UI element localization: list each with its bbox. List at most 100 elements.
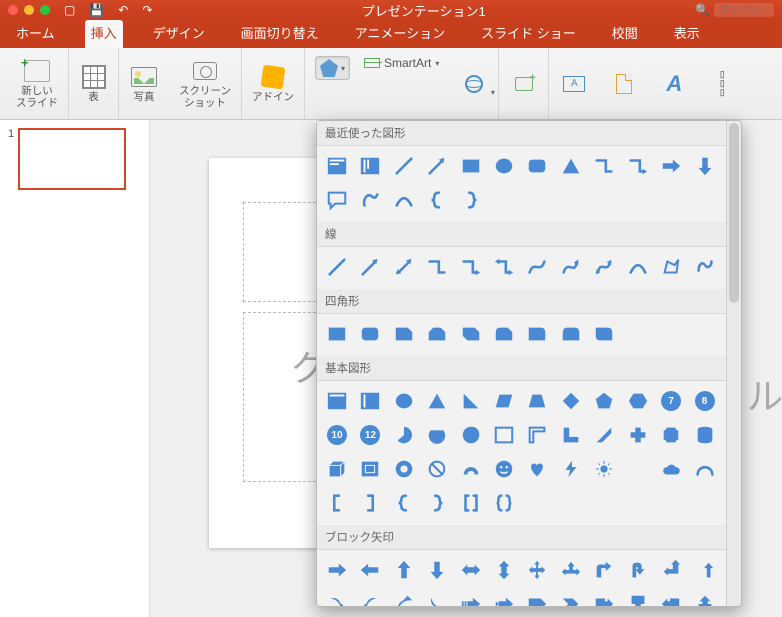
qat-save-icon[interactable]: 💾 [89, 3, 104, 17]
qat-undo-icon[interactable]: ↶ [118, 3, 128, 17]
line-curved-arrow[interactable] [557, 253, 585, 281]
basic-arc[interactable] [691, 455, 719, 483]
basic-triangle[interactable] [423, 387, 451, 415]
arrow-bent-up[interactable] [691, 556, 719, 584]
basic-diamond[interactable] [557, 387, 585, 415]
tab-transitions[interactable]: 画面切り替え [235, 20, 325, 48]
basic-plaque[interactable] [657, 421, 685, 449]
arrow-striped[interactable] [457, 590, 485, 606]
minimize-window[interactable] [24, 5, 34, 15]
line-elbow[interactable] [423, 253, 451, 281]
gallery-scrollbar[interactable] [726, 121, 741, 606]
arrow-curved-left[interactable] [356, 590, 384, 606]
basic-brace-l[interactable] [390, 489, 418, 517]
rect-snip2-same[interactable] [423, 320, 451, 348]
tab-view[interactable]: 表示 [668, 20, 706, 48]
shape-connector-elbow-arrow[interactable] [624, 152, 652, 180]
shape-textbox-vertical[interactable] [356, 152, 384, 180]
basic-textbox-v[interactable] [356, 387, 384, 415]
basic-decagon[interactable]: 10 [323, 421, 351, 449]
search-input[interactable] [714, 3, 774, 17]
tab-home[interactable]: ホーム [10, 20, 61, 48]
photo-button[interactable]: 写真 [119, 48, 169, 119]
arrow-curved-up[interactable] [390, 590, 418, 606]
tab-insert[interactable]: 挿入 [85, 20, 123, 48]
shape-curve[interactable] [390, 186, 418, 214]
line-scribble[interactable] [691, 253, 719, 281]
arrow-right[interactable] [323, 556, 351, 584]
basic-lightning[interactable] [557, 455, 585, 483]
more-group[interactable]: ▯▯▯ [699, 48, 745, 119]
basic-hexagon[interactable] [624, 387, 652, 415]
line-double-arrow[interactable] [390, 253, 418, 281]
shape-triangle[interactable] [557, 152, 585, 180]
rect-rounded[interactable] [356, 320, 384, 348]
basic-frame[interactable] [490, 421, 518, 449]
textbox-button[interactable] [549, 48, 599, 119]
tab-design[interactable]: デザイン [147, 20, 211, 48]
basic-cube[interactable] [323, 455, 351, 483]
window-controls[interactable] [8, 5, 50, 15]
arrow-chevron[interactable] [557, 590, 585, 606]
basic-bevel[interactable] [356, 455, 384, 483]
new-slide-button[interactable]: 新しい スライド [6, 48, 69, 119]
arrow-curved-down[interactable] [423, 590, 451, 606]
basic-smiley[interactable] [490, 455, 518, 483]
rect-plain[interactable] [323, 320, 351, 348]
line-plain[interactable] [323, 253, 351, 281]
arrow-right-callout[interactable] [590, 590, 618, 606]
shape-rectangle[interactable] [457, 152, 485, 180]
basic-no-symbol[interactable] [423, 455, 451, 483]
line-elbow-arrow[interactable] [457, 253, 485, 281]
slide-thumbnail-1[interactable] [18, 128, 126, 190]
rect-round2-same[interactable] [557, 320, 585, 348]
search-box[interactable]: 🔍 [695, 3, 774, 17]
arrow-bent[interactable] [590, 556, 618, 584]
basic-sun[interactable] [590, 455, 618, 483]
shape-freeform[interactable] [356, 186, 384, 214]
rect-snipround[interactable] [490, 320, 518, 348]
header-footer-button[interactable] [599, 48, 649, 119]
basic-textbox-h[interactable] [323, 387, 351, 415]
basic-teardrop[interactable] [457, 421, 485, 449]
arrow-pentagon[interactable] [523, 590, 551, 606]
shape-left-brace[interactable] [423, 186, 451, 214]
scrollbar-thumb[interactable] [729, 123, 739, 303]
line-curved-double[interactable] [590, 253, 618, 281]
basic-oval[interactable] [390, 387, 418, 415]
tab-animations[interactable]: アニメーション [349, 20, 451, 48]
basic-bracket-l[interactable] [323, 489, 351, 517]
basic-can[interactable] [691, 421, 719, 449]
shape-rounded-rect[interactable] [523, 152, 551, 180]
shape-callout[interactable] [323, 186, 351, 214]
shape-arrow-line[interactable] [423, 152, 451, 180]
basic-brace-pair[interactable] [490, 489, 518, 517]
basic-brace-r[interactable] [423, 489, 451, 517]
basic-bracket-pair[interactable] [457, 489, 485, 517]
shape-textbox[interactable] [323, 152, 351, 180]
basic-block-arc[interactable] [457, 455, 485, 483]
basic-heptagon[interactable]: 7 [657, 387, 685, 415]
basic-pie[interactable] [390, 421, 418, 449]
arrow-leftright[interactable] [457, 556, 485, 584]
rect-snip2-diag[interactable] [457, 320, 485, 348]
basic-trapezoid[interactable] [523, 387, 551, 415]
basic-octagon[interactable]: 8 [691, 387, 719, 415]
screenshot-button[interactable]: スクリーン ショット [169, 48, 242, 119]
line-curved[interactable] [523, 253, 551, 281]
basic-parallelogram[interactable] [490, 387, 518, 415]
rect-snip1[interactable] [390, 320, 418, 348]
arrow-up-callout[interactable] [691, 590, 719, 606]
arrow-curved-right[interactable] [323, 590, 351, 606]
rect-round1[interactable] [523, 320, 551, 348]
line-arrow[interactable] [356, 253, 384, 281]
basic-half-frame[interactable] [523, 421, 551, 449]
arrow-leftup[interactable] [657, 556, 685, 584]
shape-right-arrow[interactable] [657, 152, 685, 180]
close-window[interactable] [8, 5, 18, 15]
arrow-down-callout[interactable] [624, 590, 652, 606]
shape-right-brace[interactable] [457, 186, 485, 214]
arrow-quad[interactable] [523, 556, 551, 584]
arrow-notched[interactable] [490, 590, 518, 606]
line-elbow-double[interactable] [490, 253, 518, 281]
